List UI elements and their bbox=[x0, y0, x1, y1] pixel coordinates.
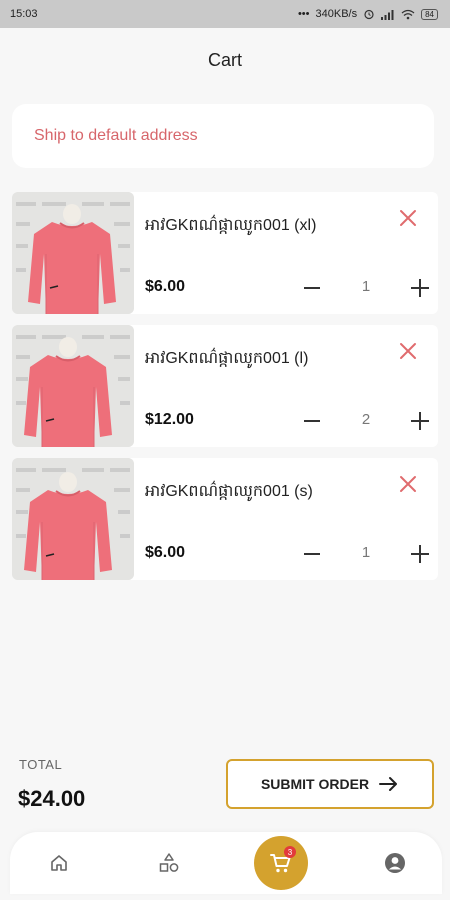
decrease-quantity-button[interactable] bbox=[300, 409, 324, 433]
product-image[interactable] bbox=[12, 325, 134, 447]
submit-order-label: SUBMIT ORDER bbox=[260, 776, 370, 792]
product-price: $12.00 bbox=[145, 411, 194, 428]
decrease-quantity-button[interactable] bbox=[300, 542, 324, 566]
nav-home[interactable] bbox=[46, 850, 72, 876]
close-icon bbox=[400, 476, 416, 492]
cart-item: អាវGKពណ៌ផ្កាឈូក001 (l) $12.00 2 bbox=[12, 325, 438, 447]
status-time: 15:03 bbox=[10, 8, 38, 20]
status-indicators: ••• 340KB/s 84 bbox=[298, 8, 438, 20]
quantity-value: 2 bbox=[361, 411, 371, 428]
product-name: អាវGKពណ៌ផ្កាឈូក001 (l) bbox=[145, 350, 309, 367]
remove-item-button[interactable] bbox=[396, 472, 420, 496]
cart-count-badge: 3 bbox=[284, 846, 296, 858]
product-name: អាវGKពណ៌ផ្កាឈូក001 (s) bbox=[145, 483, 313, 500]
cart-list: អាវGKពណ៌ផ្កាឈូក001 (xl) $6.00 1 អាវGKពណ៌… bbox=[12, 192, 438, 591]
home-icon bbox=[51, 855, 67, 871]
close-icon bbox=[400, 343, 416, 359]
product-price: $6.00 bbox=[145, 544, 186, 561]
bottom-nav: 3 bbox=[10, 832, 442, 894]
signal-icon bbox=[381, 9, 394, 20]
battery-indicator: 84 bbox=[421, 8, 438, 20]
profile-icon bbox=[385, 853, 405, 873]
minus-icon bbox=[304, 553, 320, 555]
total-value: $24.00 bbox=[18, 786, 86, 811]
minus-icon bbox=[304, 287, 320, 289]
decrease-quantity-button[interactable] bbox=[300, 276, 324, 300]
page-title: Cart bbox=[207, 50, 242, 70]
arrow-right-icon bbox=[379, 777, 398, 791]
minus-icon bbox=[304, 420, 320, 422]
submit-order-button[interactable]: SUBMIT ORDER bbox=[226, 759, 434, 809]
status-bar: 15:03 ••• 340KB/s 84 bbox=[0, 0, 450, 28]
remove-item-button[interactable] bbox=[396, 206, 420, 230]
nav-categories[interactable] bbox=[156, 850, 182, 876]
status-dots: ••• bbox=[297, 8, 310, 20]
product-image[interactable] bbox=[12, 458, 134, 580]
plus-icon bbox=[411, 279, 429, 297]
network-speed: 340KB/s bbox=[315, 8, 358, 20]
categories-icon bbox=[159, 853, 179, 872]
nav-profile[interactable] bbox=[382, 850, 408, 876]
alarm-icon bbox=[364, 9, 374, 20]
increase-quantity-button[interactable] bbox=[408, 409, 432, 433]
increase-quantity-button[interactable] bbox=[408, 542, 432, 566]
plus-icon bbox=[411, 545, 429, 563]
total-label: TOTAL bbox=[19, 757, 63, 772]
quantity-value: 1 bbox=[361, 278, 371, 295]
plus-icon bbox=[411, 412, 429, 430]
wifi-icon bbox=[401, 9, 415, 19]
increase-quantity-button[interactable] bbox=[408, 276, 432, 300]
cart-item: អាវGKពណ៌ផ្កាឈូក001 (s) $6.00 1 bbox=[12, 458, 438, 580]
close-icon bbox=[400, 210, 416, 226]
nav-cart[interactable]: 3 bbox=[254, 836, 308, 890]
remove-item-button[interactable] bbox=[396, 339, 420, 363]
product-image[interactable] bbox=[12, 192, 134, 314]
product-price: $6.00 bbox=[145, 278, 186, 295]
quantity-value: 1 bbox=[361, 544, 371, 561]
cart-item: អាវGKពណ៌ផ្កាឈូក001 (xl) $6.00 1 bbox=[12, 192, 438, 314]
product-name: អាវGKពណ៌ផ្កាឈូក001 (xl) bbox=[145, 217, 317, 234]
ship-address-card[interactable]: Ship to default address bbox=[12, 104, 434, 168]
ship-address-label: Ship to default address bbox=[34, 127, 198, 144]
